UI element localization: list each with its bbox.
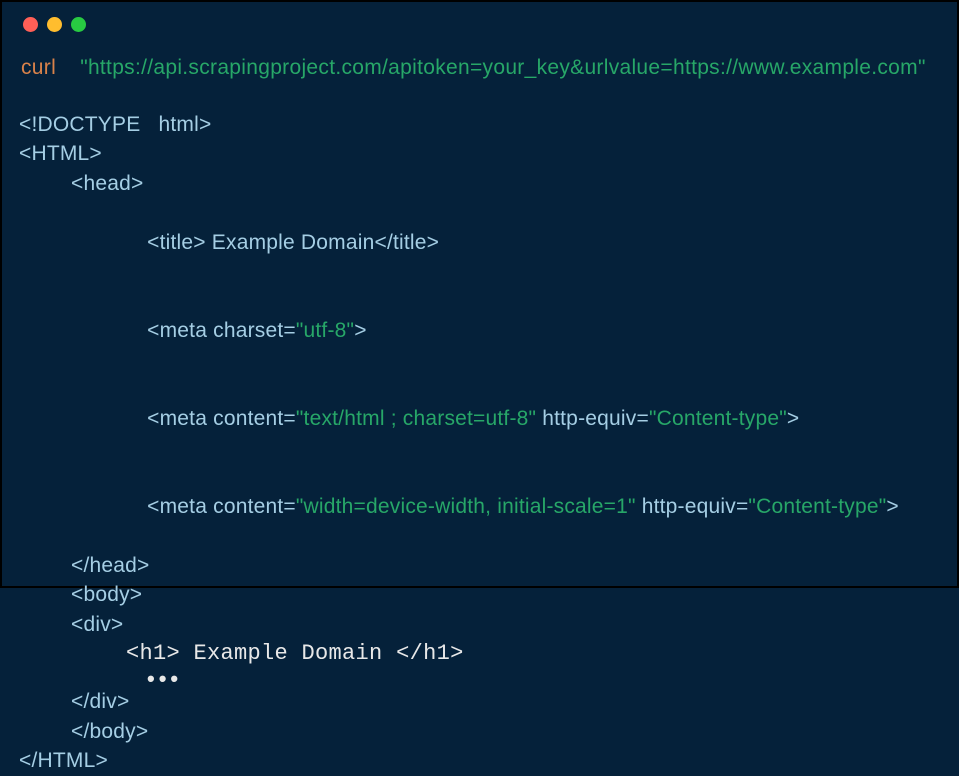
- meta2-close: >: [787, 407, 799, 430]
- h1-text: Example Domain: [180, 641, 396, 666]
- meta1-close: >: [354, 319, 366, 342]
- h1-close: </h1>: [396, 641, 464, 666]
- meta1-val: "utf-8": [296, 319, 354, 342]
- doctype-line: <!DOCTYPE html>: [19, 110, 957, 139]
- meta2-val: "text/html ; charset=utf-8": [296, 407, 536, 430]
- code-output: <!DOCTYPE html> <HTML> <head> <title> Ex…: [2, 80, 957, 776]
- meta2-val2: "Content-type": [649, 407, 787, 430]
- curl-command: curl: [21, 56, 56, 79]
- meta1-line: <meta charset="utf-8">: [19, 286, 957, 374]
- head-close-line: </head>: [19, 551, 957, 580]
- meta3-mid: http-equiv=: [636, 495, 749, 518]
- title-close: </title>: [374, 231, 439, 254]
- meta1-open: <meta charset=: [147, 319, 296, 342]
- title-open: <title>: [147, 231, 206, 254]
- title-text: Example Domain: [206, 231, 375, 254]
- curl-url: "https://api.scrapingproject.com/apitoke…: [80, 56, 926, 79]
- title-line: <title> Example Domain</title>: [19, 198, 957, 286]
- close-icon[interactable]: [23, 17, 38, 32]
- meta3-line: <meta content="width=device-width, initi…: [19, 463, 957, 551]
- body-close-line: </body>: [19, 717, 957, 746]
- meta3-val2: "Content-type": [748, 495, 886, 518]
- meta3-close: >: [886, 495, 898, 518]
- ellipsis-line: •••: [19, 670, 957, 688]
- window-controls: [2, 2, 957, 32]
- meta2-open: <meta content=: [147, 407, 296, 430]
- meta2-line: <meta content="text/html ; charset=utf-8…: [19, 375, 957, 463]
- minimize-icon[interactable]: [47, 17, 62, 32]
- maximize-icon[interactable]: [71, 17, 86, 32]
- meta3-val: "width=device-width, initial-scale=1": [296, 495, 636, 518]
- div-open-line: <div>: [19, 610, 957, 639]
- body-open-line: <body>: [19, 580, 957, 609]
- meta2-mid: http-equiv=: [536, 407, 649, 430]
- meta3-open: <meta content=: [147, 495, 296, 518]
- h1-open: <h1>: [126, 641, 180, 666]
- html-close-line: </HTML>: [19, 746, 957, 775]
- curl-command-line: curl "https://api.scrapingproject.com/ap…: [2, 32, 957, 80]
- head-open-line: <head>: [19, 169, 957, 198]
- html-open-line: <HTML>: [19, 139, 957, 168]
- h1-line: <h1> Example Domain </h1>: [19, 639, 957, 670]
- div-close-line: </div>: [19, 687, 957, 716]
